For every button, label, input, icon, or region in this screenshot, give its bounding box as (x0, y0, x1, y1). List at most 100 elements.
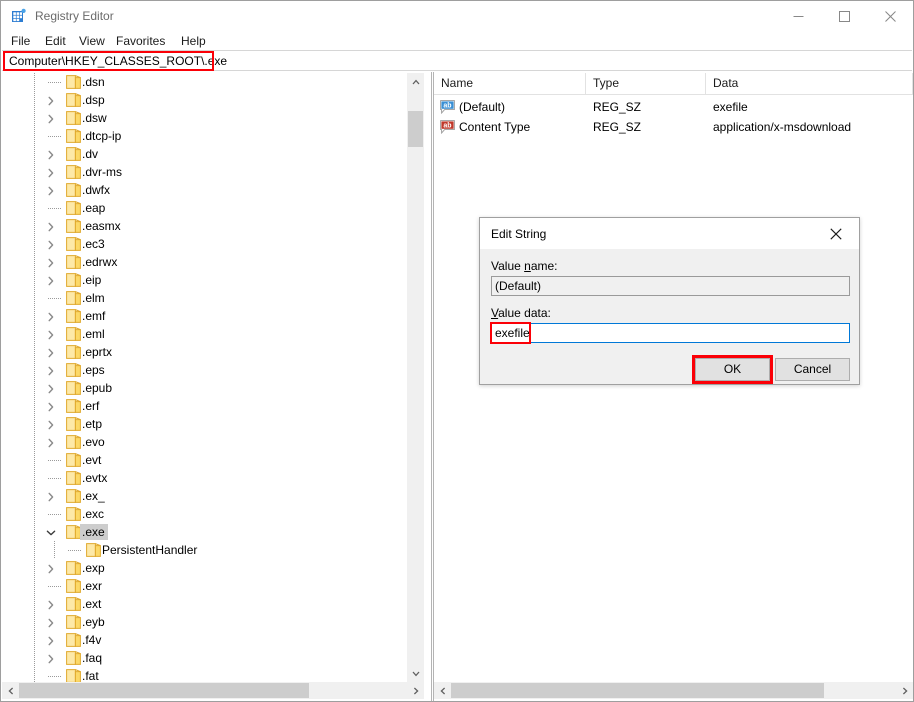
tree-item-eps[interactable]: .eps (2, 361, 407, 379)
value-data-input[interactable]: exefile (491, 323, 850, 343)
tree-item-eip[interactable]: .eip (2, 271, 407, 289)
tree-item-dwfx[interactable]: .dwfx (2, 181, 407, 199)
cancel-button[interactable]: Cancel (775, 358, 850, 381)
value-row[interactable]: ab (Default) REG_SZ exefile (434, 97, 913, 117)
tree-hscroll-thumb[interactable] (19, 683, 309, 698)
scroll-down-button[interactable] (407, 665, 424, 682)
column-header-data[interactable]: Data (706, 73, 913, 94)
chevron-right-icon[interactable] (46, 329, 56, 340)
chevron-right-icon[interactable] (46, 347, 56, 358)
column-header-type[interactable]: Type (586, 73, 706, 94)
tree-item-erf[interactable]: .erf (2, 397, 407, 415)
cell-data: application/x-msdownload (713, 120, 852, 134)
tree-item-etp[interactable]: .etp (2, 415, 407, 433)
tree-item-f4v[interactable]: .f4v (2, 631, 407, 649)
tree-item-elm[interactable]: .elm (2, 289, 407, 307)
chevron-right-icon[interactable] (46, 275, 56, 286)
tree-item-label: .eip (82, 273, 102, 287)
tree-scroll-thumb[interactable] (408, 111, 423, 147)
minimize-button[interactable] (775, 1, 821, 31)
tree-item-edrwx[interactable]: .edrwx (2, 253, 407, 271)
scroll-left-button[interactable] (434, 682, 451, 699)
tree-item-epub[interactable]: .epub (2, 379, 407, 397)
value-name-input[interactable]: (Default) (491, 276, 850, 296)
tree-vertical-scrollbar[interactable] (407, 73, 424, 682)
chevron-right-icon[interactable] (46, 383, 56, 394)
chevron-right-icon[interactable] (46, 635, 56, 646)
tree-horizontal-scrollbar[interactable] (2, 682, 424, 699)
scroll-up-button[interactable] (407, 73, 424, 90)
tree-item-eml[interactable]: .eml (2, 325, 407, 343)
column-header-name[interactable]: Name (434, 73, 586, 94)
chevron-right-icon[interactable] (46, 239, 56, 250)
tree-item-ex_[interactable]: .ex_ (2, 487, 407, 505)
list-horizontal-scrollbar[interactable] (434, 682, 913, 699)
chevron-right-icon[interactable] (46, 221, 56, 232)
tree-item-label: .exe (80, 524, 108, 540)
chevron-right-icon[interactable] (46, 149, 56, 160)
tree-item-persistenthandler[interactable]: PersistentHandler (2, 541, 407, 559)
registry-key-folder-icon (66, 273, 81, 287)
address-bar[interactable]: Computer\HKEY_CLASSES_ROOT\.exe (2, 50, 912, 71)
menu-file[interactable]: File (7, 33, 34, 49)
dialog-close-button[interactable] (813, 218, 859, 249)
tree-item-dsw[interactable]: .dsw (2, 109, 407, 127)
tree-item-emf[interactable]: .emf (2, 307, 407, 325)
chevron-right-icon[interactable] (46, 365, 56, 376)
chevron-down-icon[interactable] (46, 527, 56, 537)
menu-edit[interactable]: Edit (41, 33, 70, 49)
tree-item-evo[interactable]: .evo (2, 433, 407, 451)
tree-item-eyb[interactable]: .eyb (2, 613, 407, 631)
tree-item-ext[interactable]: .ext (2, 595, 407, 613)
chevron-right-icon[interactable] (46, 419, 56, 430)
tree-item-evtx[interactable]: .evtx (2, 469, 407, 487)
scroll-right-button[interactable] (407, 682, 424, 699)
registry-key-folder-icon (66, 471, 81, 485)
tree-item-eprtx[interactable]: .eprtx (2, 343, 407, 361)
chevron-right-icon[interactable] (46, 167, 56, 178)
tree-item-dv[interactable]: .dv (2, 145, 407, 163)
tree-item-evt[interactable]: .evt (2, 451, 407, 469)
svg-text:ab: ab (443, 123, 451, 130)
tree-item-exe[interactable]: .exe (2, 523, 407, 541)
chevron-right-icon[interactable] (46, 95, 56, 106)
chevron-right-icon[interactable] (46, 113, 56, 124)
tree-item-label: .easmx (82, 219, 121, 233)
chevron-right-icon[interactable] (46, 653, 56, 664)
close-button[interactable] (867, 1, 913, 31)
tree-item-exp[interactable]: .exp (2, 559, 407, 577)
menu-view[interactable]: View (75, 33, 109, 49)
tree-item-dsn[interactable]: .dsn (2, 73, 407, 91)
chevron-right-icon[interactable] (46, 599, 56, 610)
tree-item-eap[interactable]: .eap (2, 199, 407, 217)
chevron-right-icon[interactable] (46, 257, 56, 268)
registry-key-folder-icon (66, 147, 81, 161)
scroll-right-button[interactable] (896, 682, 913, 699)
chevron-right-icon[interactable] (46, 491, 56, 502)
menu-bar: File Edit View Favorites Help (1, 31, 913, 50)
tree-item-ec3[interactable]: .ec3 (2, 235, 407, 253)
menu-help[interactable]: Help (177, 33, 210, 49)
registry-key-folder-icon (66, 93, 81, 107)
chevron-right-icon[interactable] (46, 311, 56, 322)
ok-button[interactable]: OK (695, 358, 770, 381)
chevron-right-icon[interactable] (46, 617, 56, 628)
tree-item-easmx[interactable]: .easmx (2, 217, 407, 235)
chevron-right-icon[interactable] (46, 563, 56, 574)
list-hscroll-thumb[interactable] (451, 683, 824, 698)
scroll-left-button[interactable] (2, 682, 19, 699)
tree-item-faq[interactable]: .faq (2, 649, 407, 667)
chevron-right-icon[interactable] (46, 437, 56, 448)
menu-favorites[interactable]: Favorites (112, 33, 169, 49)
maximize-button[interactable] (821, 1, 867, 31)
value-row[interactable]: ab Content Type REG_SZ application/x-msdown… (434, 117, 913, 137)
tree-item-fat[interactable]: .fat (2, 667, 407, 682)
chevron-right-icon[interactable] (46, 185, 56, 196)
chevron-right-icon[interactable] (46, 401, 56, 412)
tree-item-dvr-ms[interactable]: .dvr-ms (2, 163, 407, 181)
tree-item-exc[interactable]: .exc (2, 505, 407, 523)
tree-item-dsp[interactable]: .dsp (2, 91, 407, 109)
tree-item-exr[interactable]: .exr (2, 577, 407, 595)
tree-item-label: PersistentHandler (102, 543, 198, 557)
tree-item-dtcp-ip[interactable]: .dtcp-ip (2, 127, 407, 145)
